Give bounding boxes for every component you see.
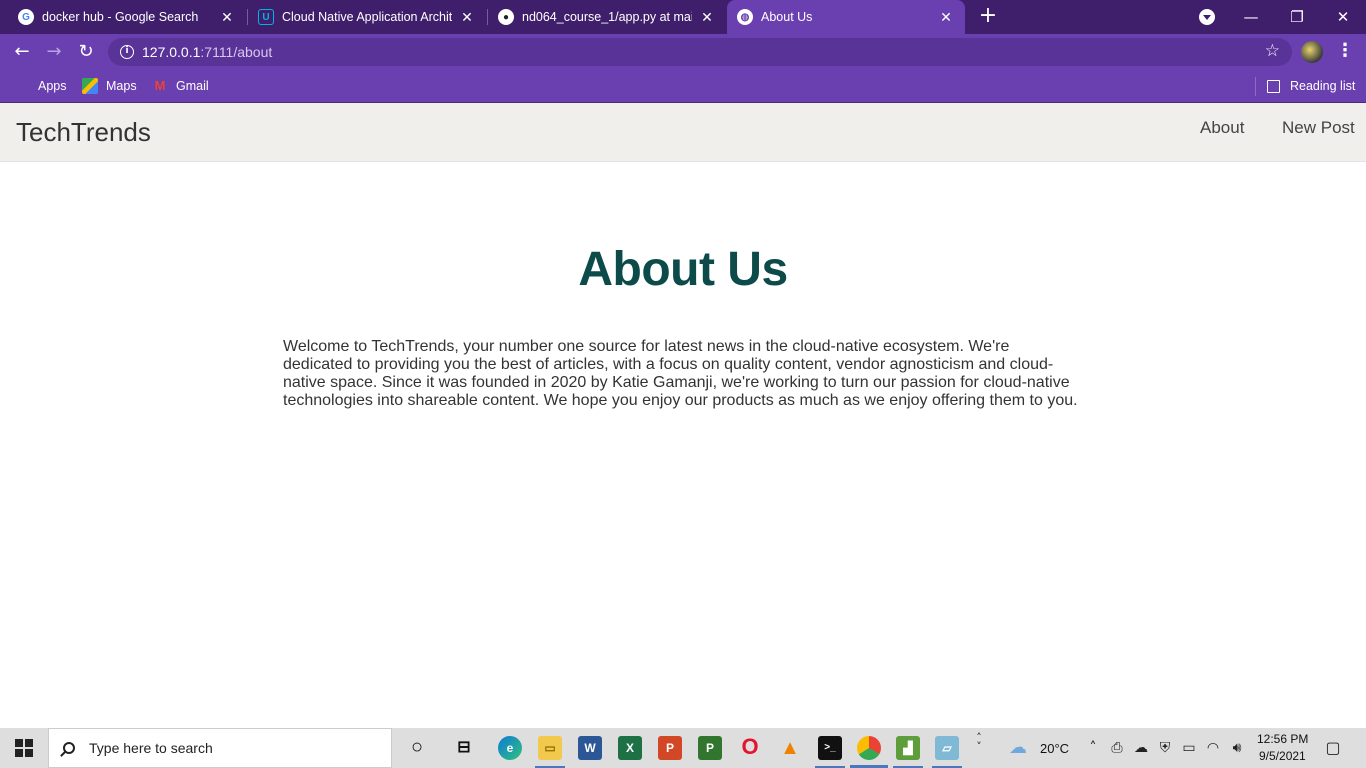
site-brand[interactable]: TechTrends	[16, 117, 151, 148]
tab-strip: G docker hub - Google Search ✕ U Cloud N…	[0, 0, 1366, 34]
close-icon[interactable]: ✕	[698, 9, 716, 26]
battery-icon[interactable]: ▭	[1180, 739, 1198, 757]
bookmark-maps[interactable]: Maps	[82, 76, 137, 96]
task-view-icon[interactable]: ⊟	[452, 736, 476, 760]
bookmarks-bar: Apps Maps M Gmail Reading list	[0, 70, 1366, 103]
tab-about-us[interactable]: ◍ About Us ✕	[727, 0, 965, 34]
clock-date[interactable]: 9/5/2021	[1259, 749, 1306, 763]
close-icon[interactable]: ✕	[218, 9, 236, 26]
nav-link-about[interactable]: About	[1200, 118, 1244, 138]
reading-list-label: Reading list	[1290, 79, 1356, 93]
taskbar-search-placeholder: Type here to search	[89, 740, 213, 756]
vlc-icon[interactable]: ▲	[778, 736, 802, 760]
clock-time[interactable]: 12:56 PM	[1257, 732, 1308, 746]
terminal-icon[interactable]: >_	[818, 736, 842, 760]
reading-list-icon	[1267, 79, 1280, 93]
udacity-icon: U	[258, 9, 274, 25]
page-title: About Us	[578, 243, 788, 296]
restore-button[interactable]: ❐	[1274, 0, 1320, 34]
bookmarks-divider	[1255, 77, 1256, 96]
start-button[interactable]	[0, 728, 48, 768]
wifi-icon[interactable]: ◠	[1204, 739, 1222, 757]
search-icon	[63, 742, 75, 754]
notepad-icon[interactable]: ▱	[935, 736, 959, 760]
powerpoint-icon[interactable]: P	[658, 736, 682, 760]
reading-list-button[interactable]: Reading list	[1267, 76, 1355, 96]
edge-icon[interactable]: e	[498, 736, 522, 760]
github-icon: ●	[498, 9, 514, 25]
security-shield-icon[interactable]: ⛨	[1156, 739, 1174, 757]
profile-avatar[interactable]	[1301, 41, 1323, 63]
scroll-up-icon[interactable]: ˄ ˅	[970, 732, 988, 752]
close-icon[interactable]: ✕	[937, 9, 955, 26]
close-window-button[interactable]: ✕	[1320, 0, 1366, 34]
browser-toolbar: ← → ↻ i 127.0.0.1:7111/about ☆ ⋮	[0, 34, 1366, 70]
new-tab-button[interactable]: +	[976, 5, 1000, 29]
chrome-icon[interactable]	[857, 736, 881, 760]
file-explorer-icon[interactable]: ▭	[538, 736, 562, 760]
tab-title: nd064_course_1/app.py at main ·	[522, 10, 692, 24]
excel-icon[interactable]: X	[618, 736, 642, 760]
bookmark-label: Apps	[38, 79, 67, 93]
tab-search-icon[interactable]	[1199, 9, 1215, 25]
nav-link-new-post[interactable]: New Post	[1282, 118, 1355, 138]
globe-icon: ◍	[737, 9, 753, 25]
word-icon[interactable]: W	[578, 736, 602, 760]
bookmark-star-icon[interactable]: ☆	[1265, 41, 1280, 61]
forward-button[interactable]: →	[42, 40, 66, 64]
windows-taskbar: Type here to search ○ ⊟ e ▭ W X P P O ▲ …	[0, 728, 1366, 768]
bookmark-apps[interactable]: Apps	[14, 76, 67, 96]
tab-cloud-native[interactable]: U Cloud Native Application Archite ✕	[248, 0, 486, 34]
windows-logo-icon	[15, 739, 33, 757]
project-icon[interactable]: P	[698, 736, 722, 760]
bookmark-gmail[interactable]: M Gmail	[152, 76, 209, 96]
back-button[interactable]: ←	[10, 40, 34, 64]
site-navbar: TechTrends About New Post	[0, 103, 1366, 162]
taskbar-search-box[interactable]: Type here to search	[48, 728, 392, 768]
bookmark-label: Maps	[106, 79, 137, 93]
gmail-icon: M	[154, 78, 166, 93]
bookmark-label: Gmail	[176, 79, 209, 93]
tab-title: About Us	[761, 10, 813, 24]
minimize-button[interactable]: —	[1228, 0, 1274, 34]
onedrive-icon[interactable]: ☁	[1132, 739, 1150, 757]
url-host: 127.0.0.1	[142, 44, 201, 60]
tab-docker-hub-search[interactable]: G docker hub - Google Search ✕	[8, 0, 246, 34]
site-info-icon[interactable]: i	[120, 45, 134, 59]
menu-kebab-icon[interactable]: ⋮	[1336, 40, 1354, 64]
reload-button[interactable]: ↻	[74, 40, 98, 64]
tab-github-app-py[interactable]: ● nd064_course_1/app.py at main · ✕	[488, 0, 726, 34]
apps-grid-icon	[14, 78, 30, 94]
volume-icon[interactable]: 🔊︎	[1228, 739, 1246, 757]
address-bar[interactable]: i 127.0.0.1:7111/about ☆	[108, 38, 1292, 66]
weather-icon[interactable]: ☁	[1009, 739, 1027, 757]
tab-title: Cloud Native Application Archite	[282, 10, 452, 24]
maps-icon	[82, 78, 98, 94]
tab-title: docker hub - Google Search	[42, 10, 199, 24]
google-icon: G	[18, 9, 34, 25]
meet-now-icon[interactable]: ⎙	[1108, 739, 1126, 757]
close-icon[interactable]: ✕	[458, 9, 476, 26]
about-paragraph: Welcome to TechTrends, your number one s…	[283, 338, 1078, 409]
task-manager-icon[interactable]: ▟	[896, 736, 920, 760]
weather-temp[interactable]: 20°C	[1040, 741, 1069, 756]
cortana-icon[interactable]: ○	[405, 736, 429, 760]
opera-icon[interactable]: O	[738, 736, 762, 760]
show-hidden-icons-chevron-icon[interactable]: ˄	[1084, 739, 1102, 757]
notifications-icon[interactable]: ▢	[1324, 739, 1342, 757]
url-path: :7111/about	[200, 44, 273, 60]
